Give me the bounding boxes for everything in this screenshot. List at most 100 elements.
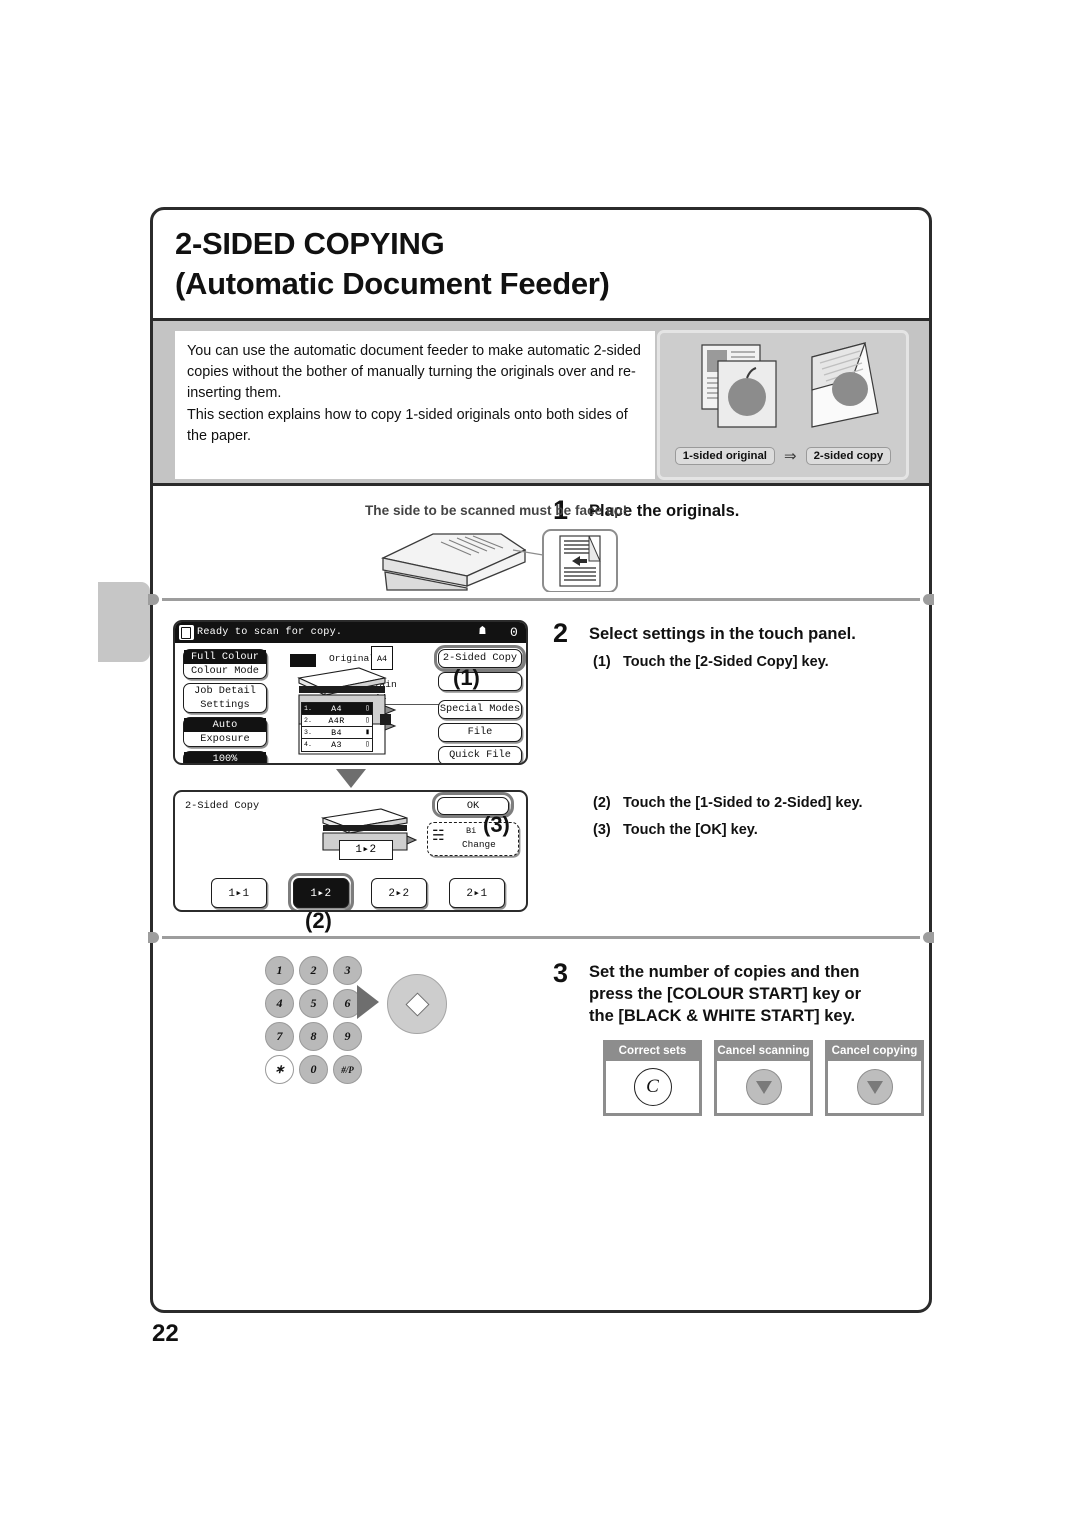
key-special-modes-label: Special Modes <box>439 703 521 715</box>
page-title: 2-SIDED COPYING (Automatic Document Feed… <box>153 210 929 313</box>
touch-panel-screen-2[interactable]: 2-Sided Copy OK ☵ Bi Change 1▸2 1▸1 1▸2 … <box>173 790 528 912</box>
start-key[interactable] <box>387 974 447 1034</box>
keypad-key-asterisk[interactable]: ∗ <box>265 1055 294 1084</box>
mode-2-to-2[interactable]: 2▸2 <box>371 878 427 908</box>
tray-1-no: 1. <box>304 704 312 712</box>
caption-1-sided-original: 1-sided original <box>674 447 775 465</box>
screen2-title: 2-Sided Copy <box>185 800 260 812</box>
keypad-key-2[interactable]: 2 <box>299 956 328 985</box>
stop-key-icon <box>745 1069 782 1105</box>
screen1-copy-count: 0 <box>509 625 518 640</box>
tray-4-orient-icon: ▯ <box>365 740 370 749</box>
mode-1-to-1-label: 1▸1 <box>228 888 250 900</box>
substep-2-index: (2) <box>593 795 611 811</box>
document-feeder-illustration <box>375 528 625 597</box>
mode-2-to-1-label: 2▸1 <box>466 888 488 900</box>
keypad-key-5[interactable]: 5 <box>299 989 328 1018</box>
hw-cancel-copying-body <box>828 1061 921 1113</box>
key-quick-file-label: Quick File <box>449 749 511 761</box>
tray-row-1[interactable]: 1. A4 ▯ <box>302 703 372 715</box>
tray-3-size: B4 <box>331 727 342 738</box>
mode-1-to-1[interactable]: 1▸1 <box>211 878 267 908</box>
illustration-artwork <box>660 335 906 439</box>
tray-3-no: 3. <box>304 728 312 736</box>
key-unlabeled-slot[interactable] <box>438 672 522 691</box>
stop-key-icon <box>856 1069 893 1105</box>
step-2-heading: Select settings in the touch panel. <box>589 625 856 643</box>
substep-1-index: (1) <box>593 654 611 670</box>
substep-3-index: (3) <box>593 822 611 838</box>
step-2-substep-2: (2) Touch the [1-Sided to 2-Sided] key. <box>593 795 863 811</box>
key-binding-line1: Bi <box>466 826 477 836</box>
tray-1-size: A4 <box>331 703 342 714</box>
keypad-key-9[interactable]: 9 <box>333 1022 362 1051</box>
callout-1: (1) <box>453 665 480 690</box>
key-file-label: File <box>467 726 493 738</box>
tray-1-orient-icon: ▯ <box>365 703 370 713</box>
step-3-heading-line-3: the [BLACK & WHITE START] key. <box>589 1006 856 1025</box>
callout-3: (3) <box>483 812 510 837</box>
flow-arrow-right-icon <box>357 985 379 1019</box>
key-quick-file[interactable]: Quick File <box>438 746 522 763</box>
step-2-substep-1: (1) Touch the [2-Sided Copy] key. <box>593 654 829 670</box>
numeric-keypad[interactable]: 1 2 3 4 5 6 7 8 9 ∗ 0 #/P <box>265 956 363 1084</box>
keypad-key-7[interactable]: 7 <box>265 1022 294 1051</box>
callout-2: (2) <box>305 908 332 933</box>
touch-panel-screen-1[interactable]: Ready to scan for copy. ☗ 0 Full Colour … <box>173 620 528 765</box>
key-job-detail-line2: Settings <box>200 699 250 711</box>
key-exposure-label: Exposure <box>200 733 250 745</box>
mode-2-to-1[interactable]: 2▸1 <box>449 878 505 908</box>
key-colour-mode[interactable]: Full Colour Colour Mode <box>183 649 267 679</box>
keypad-key-4[interactable]: 4 <box>265 989 294 1018</box>
page-title-line-2: (Automatic Document Feeder) <box>175 265 610 301</box>
key-exposure[interactable]: Auto Exposure <box>183 717 267 747</box>
illustration-captions: 1-sided original ⇒ 2-sided copy <box>660 447 906 465</box>
hw-cancel-copying[interactable]: Cancel copying <box>825 1040 924 1116</box>
step-3-number: 3 <box>553 958 569 988</box>
mode-2-to-2-label: 2▸2 <box>388 888 410 900</box>
tray-row-4[interactable]: 4. A3 ▯ <box>302 739 372 751</box>
tray-row-2[interactable]: 2. A4R ▯ <box>302 715 372 727</box>
keypad-key-0[interactable]: 0 <box>299 1055 328 1084</box>
divider-dot-right <box>923 932 934 943</box>
key-job-detail-line1: Job Detail <box>194 685 256 697</box>
keypad-key-8[interactable]: 8 <box>299 1022 328 1051</box>
tray-2-orient-icon: ▯ <box>365 715 370 725</box>
key-file[interactable]: File <box>438 723 522 742</box>
hw-cancel-scanning[interactable]: Cancel scanning <box>714 1040 813 1116</box>
highlight-ring-mode-1-to-2 <box>288 873 354 910</box>
tray-row-3[interactable]: 3. B4 ▮ <box>302 727 372 739</box>
start-diamond-icon <box>404 991 430 1017</box>
tray-4-no: 4. <box>304 741 312 748</box>
tray-2-size: A4R <box>328 715 345 726</box>
tray-3-orient-icon: ▮ <box>365 727 370 737</box>
keypad-key-hash-p[interactable]: #/P <box>333 1055 362 1084</box>
key-job-detail-settings[interactable]: Job Detail Settings <box>183 683 267 713</box>
key-exposure-value: Auto <box>184 718 266 732</box>
step-1-note: The side to be scanned must be face up! <box>365 503 628 518</box>
flow-arrow-down-icon <box>336 769 366 788</box>
substep-3-text: Touch the [OK] key. <box>623 822 758 838</box>
page-number: 22 <box>152 1320 179 1347</box>
keypad-key-1[interactable]: 1 <box>265 956 294 985</box>
hw-cancel-scanning-body <box>717 1061 810 1113</box>
hw-correct-sets-label: Correct sets <box>618 1044 687 1057</box>
keypad-key-3[interactable]: 3 <box>333 956 362 985</box>
intro-text-box: You can use the automatic document feede… <box>175 331 655 479</box>
intro-band: You can use the automatic document feede… <box>153 318 929 486</box>
key-copy-ratio[interactable]: 100% Copy Ratio <box>183 751 267 763</box>
key-colour-mode-label: Colour Mode <box>191 665 259 677</box>
key-binding-line2: Change <box>462 839 496 850</box>
step-3-heading-line-1: Set the number of copies and then <box>589 963 860 981</box>
step-2-substep-3: (3) Touch the [OK] key. <box>593 822 758 838</box>
hw-correct-sets[interactable]: Correct sets C <box>603 1040 702 1116</box>
divider-line <box>162 598 920 601</box>
key-special-modes[interactable]: Special Modes <box>438 700 522 719</box>
intro-illustration: 1-sided original ⇒ 2-sided copy <box>657 330 909 480</box>
hardware-key-legend: Correct sets C Cancel scanning Cancel co… <box>603 1040 924 1116</box>
screen1-status-bar: Ready to scan for copy. ☗ 0 <box>175 622 526 643</box>
step-3-heading-line-2: press the [COLOUR START] key or <box>589 984 861 1003</box>
duplex-preview-badge: 1▸2 <box>339 840 393 860</box>
chapter-tab-marker <box>98 582 150 662</box>
paper-tray-list[interactable]: 1. A4 ▯ 2. A4R ▯ 3. B4 ▮ 4. A3 ▯ <box>301 702 373 752</box>
